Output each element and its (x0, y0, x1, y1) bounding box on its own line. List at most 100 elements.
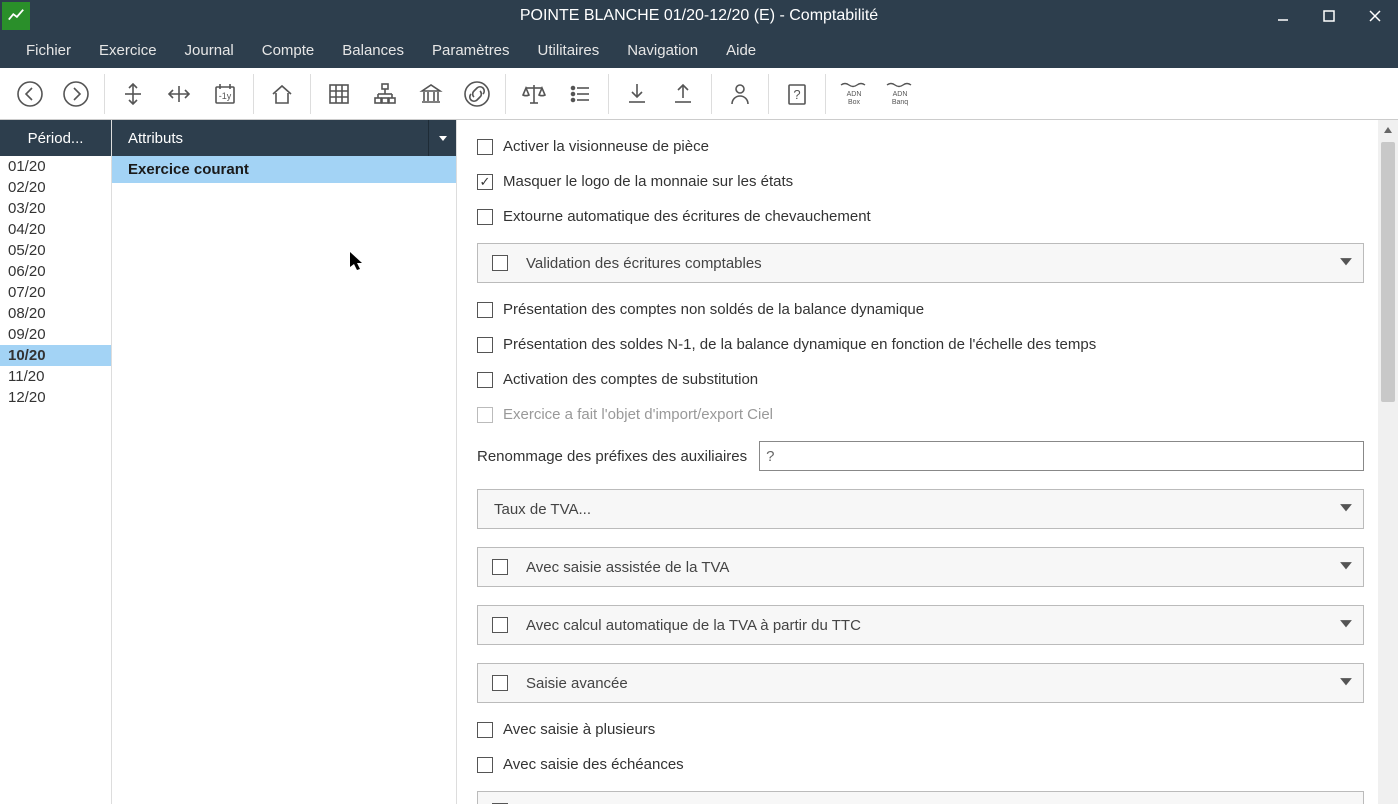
label-presentation-comptes: Présentation des comptes non soldés de l… (503, 301, 924, 318)
checkbox-validation[interactable] (492, 255, 508, 271)
split-horizontal-button[interactable] (157, 72, 201, 116)
period-item[interactable]: 08/20 (0, 303, 111, 324)
chevron-down-icon (1339, 558, 1353, 576)
period-item[interactable]: 02/20 (0, 177, 111, 198)
label-visionneuse: Activer la visionneuse de pièce (503, 138, 709, 155)
period-item[interactable]: 12/20 (0, 387, 111, 408)
label-saisie-echeances: Avec saisie des échéances (503, 756, 684, 773)
attributes-list: Exercice courant (112, 156, 456, 183)
svg-text:ADN: ADN (847, 91, 862, 98)
row-saisie-echeances[interactable]: Avec saisie des échéances (477, 756, 1364, 773)
org-button[interactable] (363, 72, 407, 116)
chevron-down-icon (1339, 500, 1353, 518)
expander-validation[interactable]: Validation des écritures comptables (477, 243, 1364, 283)
link-button[interactable] (455, 72, 499, 116)
periods-header[interactable]: Périod... (0, 120, 111, 156)
period-item[interactable]: 03/20 (0, 198, 111, 219)
expander-multi-echeances[interactable]: Avec saisie multi échéances (477, 791, 1364, 804)
period-item[interactable]: 06/20 (0, 261, 111, 282)
expander-saisie-avancee[interactable]: Saisie avancée (477, 663, 1364, 703)
close-button[interactable] (1352, 0, 1398, 32)
row-visionneuse[interactable]: Activer la visionneuse de pièce (477, 138, 1364, 155)
checkbox-saisie-assistee[interactable] (492, 559, 508, 575)
menu-compte[interactable]: Compte (248, 36, 329, 65)
row-logo[interactable]: Masquer le logo de la monnaie sur les ét… (477, 173, 1364, 190)
svg-text:-1y: -1y (219, 91, 232, 101)
home-button[interactable] (260, 72, 304, 116)
period-item[interactable]: 05/20 (0, 240, 111, 261)
window-controls (1260, 0, 1398, 32)
expander-calcul-tva[interactable]: Avec calcul automatique de la TVA à part… (477, 605, 1364, 645)
nav-forward-button[interactable] (54, 72, 98, 116)
row-presentation-comptes[interactable]: Présentation des comptes non soldés de l… (477, 301, 1364, 318)
checkbox-visionneuse[interactable] (477, 139, 493, 155)
expander-taux-tva[interactable]: Taux de TVA... (477, 489, 1364, 529)
expander-saisie-assistee[interactable]: Avec saisie assistée de la TVA (477, 547, 1364, 587)
svg-text:?: ? (793, 87, 800, 102)
menu-navigation[interactable]: Navigation (613, 36, 712, 65)
label-activation-substitution: Activation des comptes de substitution (503, 371, 758, 388)
bank-button[interactable] (409, 72, 453, 116)
checkbox-saisie-echeances[interactable] (477, 757, 493, 773)
scrollbar[interactable] (1378, 120, 1398, 804)
row-activation-substitution[interactable]: Activation des comptes de substitution (477, 371, 1364, 388)
checkbox-logo[interactable] (477, 174, 493, 190)
periods-panel: Périod... 01/2002/2003/2004/2005/2006/20… (0, 120, 112, 804)
row-presentation-soldes[interactable]: Présentation des soldes N-1, de la balan… (477, 336, 1364, 353)
split-vertical-button[interactable] (111, 72, 155, 116)
label-import-ciel: Exercice a fait l'objet d'import/export … (503, 406, 773, 423)
menu-parametres[interactable]: Paramètres (418, 36, 524, 65)
user-button[interactable] (718, 72, 762, 116)
menubar: Fichier Exercice Journal Compte Balances… (0, 32, 1398, 68)
menu-balances[interactable]: Balances (328, 36, 418, 65)
periods-list: 01/2002/2003/2004/2005/2006/2007/2008/20… (0, 156, 111, 408)
attributes-dropdown-icon[interactable] (428, 120, 456, 156)
maximize-button[interactable] (1306, 0, 1352, 32)
list-button[interactable] (558, 72, 602, 116)
scroll-thumb[interactable] (1381, 142, 1395, 402)
menu-exercice[interactable]: Exercice (85, 36, 171, 65)
label-saisie-avancee: Saisie avancée (526, 675, 628, 692)
label-prefix: Renommage des préfixes des auxiliaires (477, 448, 747, 465)
menu-utilitaires[interactable]: Utilitaires (524, 36, 614, 65)
period-item[interactable]: 11/20 (0, 366, 111, 387)
main-panel: Activer la visionneuse de pièce Masquer … (457, 120, 1398, 804)
svg-text:Banq: Banq (892, 99, 908, 106)
row-saisie-plusieurs[interactable]: Avec saisie à plusieurs (477, 721, 1364, 738)
checkbox-calcul-tva[interactable] (492, 617, 508, 633)
toolbar: -1y ? ADNBox ADNBanq (0, 68, 1398, 120)
input-prefix[interactable] (759, 441, 1364, 471)
period-item[interactable]: 07/20 (0, 282, 111, 303)
grid-button[interactable] (317, 72, 361, 116)
minimize-button[interactable] (1260, 0, 1306, 32)
row-extourne[interactable]: Extourne automatique des écritures de ch… (477, 208, 1364, 225)
checkbox-presentation-comptes[interactable] (477, 302, 493, 318)
scroll-up-icon[interactable] (1378, 120, 1398, 140)
period-item[interactable]: 09/20 (0, 324, 111, 345)
chevron-down-icon (1339, 674, 1353, 692)
adnbox-button[interactable]: ADNBox (832, 72, 876, 116)
menu-aide[interactable]: Aide (712, 36, 770, 65)
svg-text:Box: Box (848, 99, 861, 106)
help-button[interactable]: ? (775, 72, 819, 116)
checkbox-activation-substitution[interactable] (477, 372, 493, 388)
period-item[interactable]: 10/20 (0, 345, 111, 366)
titlebar: POINTE BLANCHE 01/20-12/20 (E) - Comptab… (0, 0, 1398, 32)
upload-button[interactable] (661, 72, 705, 116)
attribute-item[interactable]: Exercice courant (112, 156, 456, 183)
attributes-header[interactable]: Attributs (112, 120, 456, 156)
balance-button[interactable] (512, 72, 556, 116)
adnbanq-button[interactable]: ADNBanq (878, 72, 922, 116)
calendar-minus-button[interactable]: -1y (203, 72, 247, 116)
menu-fichier[interactable]: Fichier (12, 36, 85, 65)
checkbox-saisie-avancee[interactable] (492, 675, 508, 691)
period-item[interactable]: 01/20 (0, 156, 111, 177)
checkbox-extourne[interactable] (477, 209, 493, 225)
label-taux-tva: Taux de TVA... (494, 501, 591, 518)
checkbox-presentation-soldes[interactable] (477, 337, 493, 353)
checkbox-saisie-plusieurs[interactable] (477, 722, 493, 738)
download-button[interactable] (615, 72, 659, 116)
menu-journal[interactable]: Journal (171, 36, 248, 65)
period-item[interactable]: 04/20 (0, 219, 111, 240)
nav-back-button[interactable] (8, 72, 52, 116)
